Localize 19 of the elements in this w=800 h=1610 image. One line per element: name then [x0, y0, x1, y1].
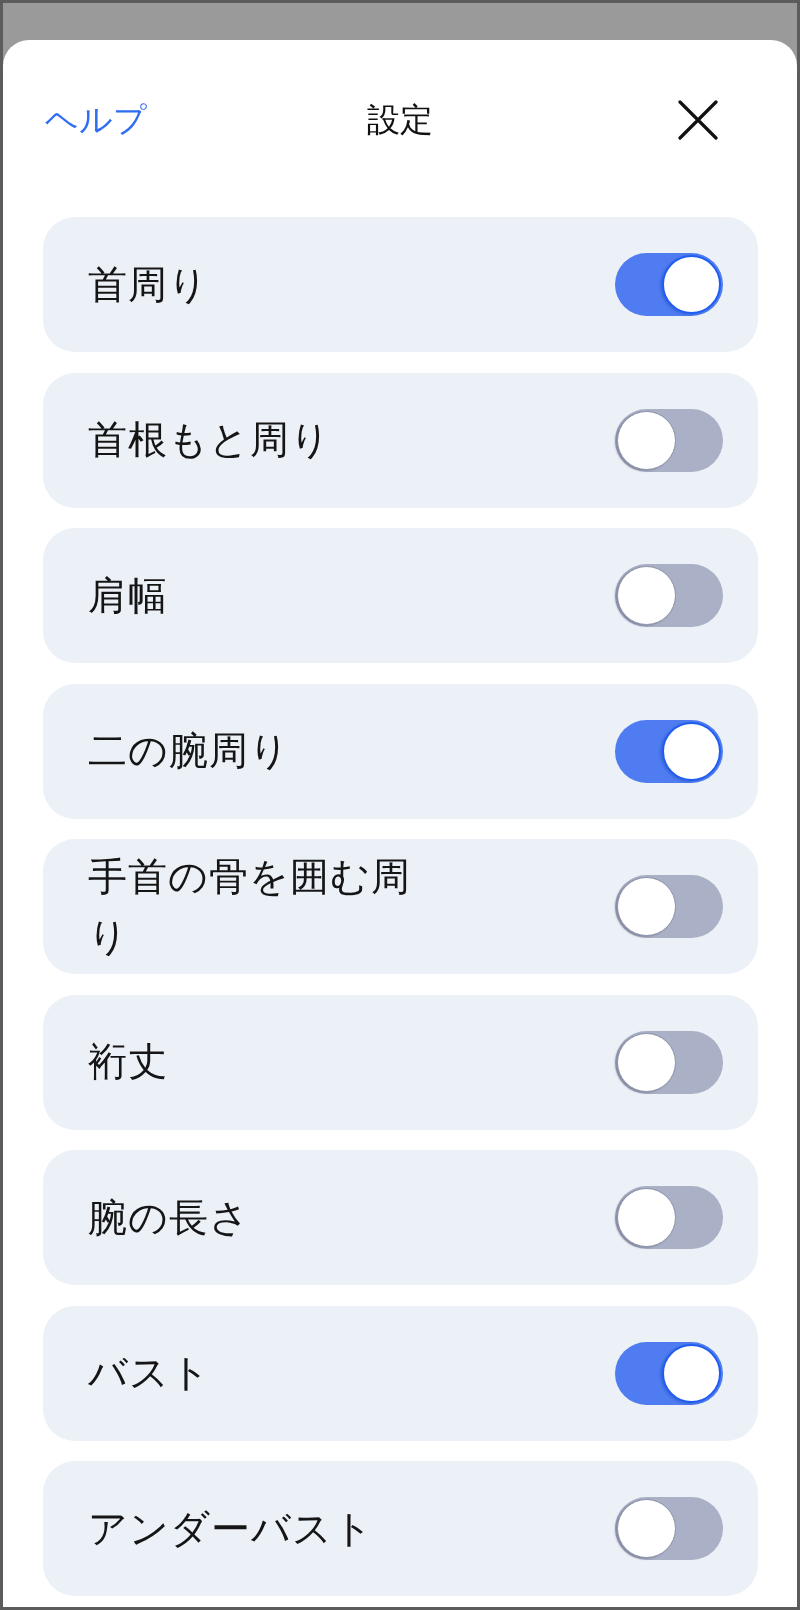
toggle-switch[interactable]	[615, 1186, 723, 1249]
close-button[interactable]	[678, 100, 718, 140]
setting-label: 裄丈	[88, 1038, 168, 1086]
toggle-switch[interactable]	[615, 1497, 723, 1560]
toggle-switch[interactable]	[615, 875, 723, 938]
setting-label: 首周り	[88, 260, 209, 309]
toggle-switch[interactable]	[615, 408, 723, 472]
sheet-title: 設定	[367, 98, 433, 141]
setting-label: 腕の長さ	[88, 1193, 250, 1242]
setting-label: バスト	[88, 1349, 211, 1397]
setting-label: 二の腕周り	[88, 727, 290, 775]
help-link[interactable]: ヘルプ	[45, 97, 147, 143]
setting-label: アンダーバスト	[88, 1504, 374, 1553]
toggle-switch[interactable]	[615, 564, 723, 627]
toggle-switch[interactable]	[615, 1030, 723, 1094]
setting-label: 手首の骨を囲む周り	[88, 852, 412, 961]
setting-label: 首根もと周り	[88, 416, 331, 464]
setting-label: 肩幅	[88, 571, 168, 620]
close-icon	[678, 100, 718, 140]
